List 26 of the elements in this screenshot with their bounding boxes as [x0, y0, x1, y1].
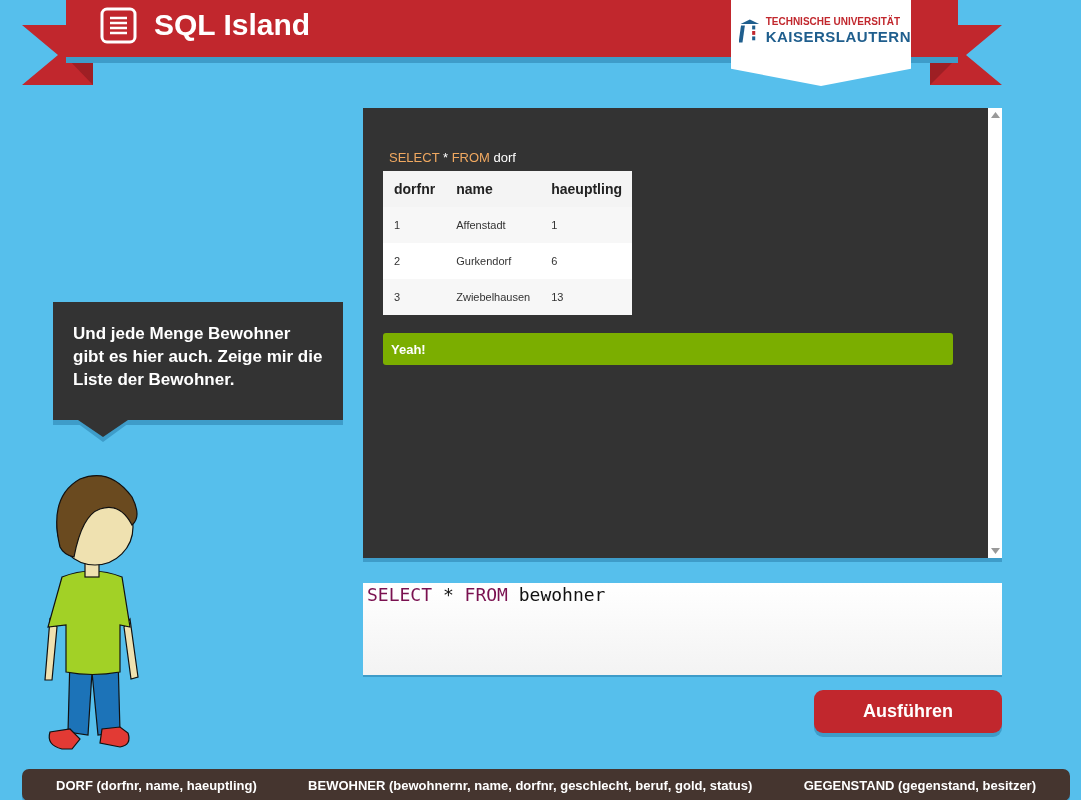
sql-editor[interactable]: SELECT * FROM bewohner	[363, 583, 1002, 675]
table-schema[interactable]: BEWOHNER (bewohnernr, name, dorfnr, geschlecht, beruf, gold, status)	[308, 777, 753, 793]
table-cell: Gurkendorf	[445, 243, 541, 279]
success-message: Yeah!	[383, 333, 953, 365]
column-header: dorfnr	[383, 171, 446, 207]
column-header: haeuptling	[540, 171, 632, 207]
table-cell: 1	[540, 207, 632, 243]
logo-text: KAISERSLAUTERN	[765, 29, 911, 44]
menu-icon[interactable]	[100, 7, 137, 44]
scrollbar[interactable]	[988, 108, 1002, 558]
logo-text: TECHNISCHE UNIVERSITÄT	[765, 17, 902, 27]
table-cell: 1	[383, 207, 446, 243]
sql-query: SELECT * FROM dorf	[389, 150, 517, 165]
scroll-down-icon[interactable]	[990, 548, 1000, 554]
table-cell: 2	[383, 243, 446, 279]
speech-text: Und jede Menge Bewohner gibt es hier auch. Zeige mir die Liste der Bewohner.	[73, 323, 323, 391]
table-cell: Zwiebelhausen	[445, 279, 541, 315]
table-cell: Affenstadt	[445, 207, 541, 243]
app-title: SQL Island	[154, 8, 311, 42]
scroll-up-icon[interactable]	[990, 112, 1000, 118]
table-schema[interactable]: DORF (dorfnr, name, haeuptling)	[56, 777, 257, 793]
table-cell: 13	[540, 279, 632, 315]
table-cell: 3	[383, 279, 446, 315]
table-schema[interactable]: GEGENSTAND (gegenstand, besitzer)	[803, 777, 1036, 793]
column-header: name	[445, 171, 541, 207]
table-cell: 6	[540, 243, 632, 279]
